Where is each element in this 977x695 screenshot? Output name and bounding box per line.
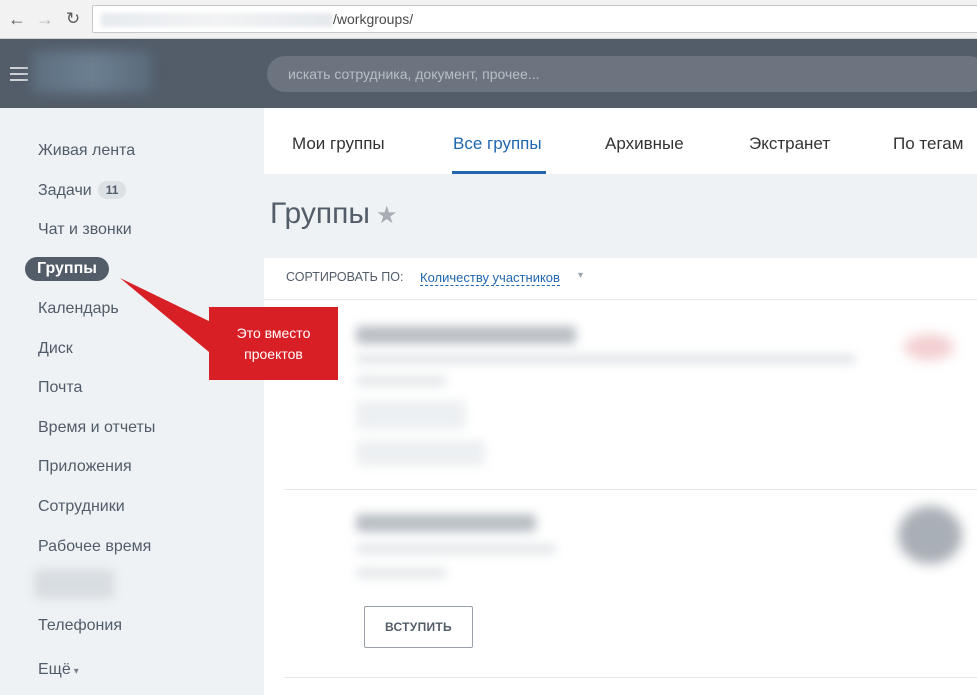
annotation-arrow [120, 278, 215, 352]
annotation-callout: Это вместо проектов [209, 307, 338, 380]
